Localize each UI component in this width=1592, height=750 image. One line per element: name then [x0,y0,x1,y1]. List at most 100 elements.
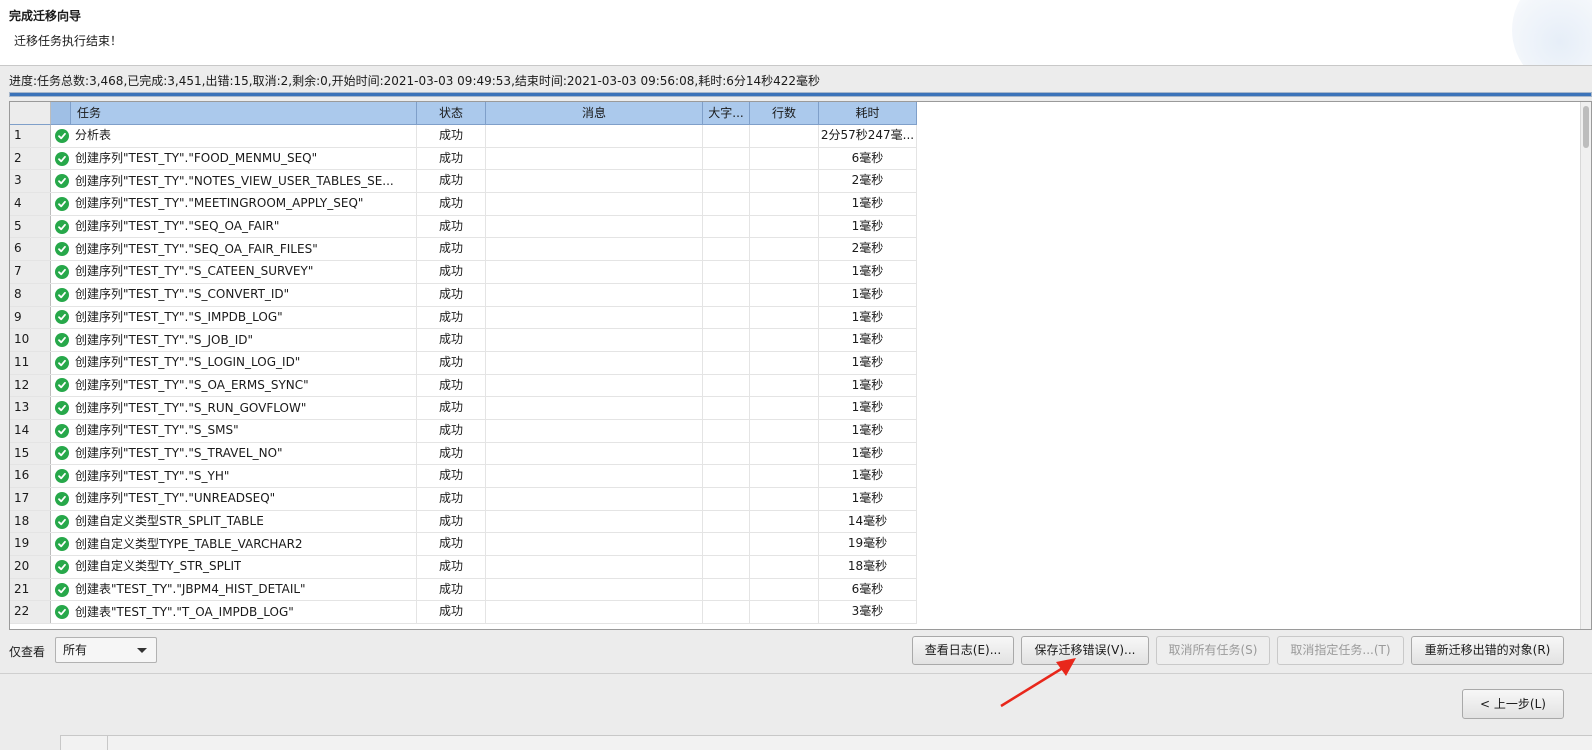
task-name: 创建序列"TEST_TY"."S_YH" [75,468,230,483]
task-table[interactable]: 任务 状态 消息 大字... 行数 耗时 1 分析表 成功 2分57秒247毫... 2… [9,101,1592,630]
column-header-rows[interactable]: 行数 [750,102,819,125]
message-cell [486,329,703,351]
time-cell: 18毫秒 [819,556,917,578]
status-cell: 成功 [417,510,486,533]
column-header-icon[interactable] [51,102,71,125]
column-header-task[interactable]: 任务 [71,102,417,125]
back-button[interactable]: < 上一步(L) [1462,689,1564,719]
rows-cell [750,329,819,351]
task-cell: 创建序列"TEST_TY"."S_TRAVEL_NO" [51,442,417,465]
status-cell: 成功 [417,465,486,487]
table-row[interactable]: 3 创建序列"TEST_TY"."NOTES_VIEW_USER_TABLES_S… [10,170,917,194]
table-row[interactable]: 13 创建序列"TEST_TY"."S_RUN_GOVFLOW" 成功 1毫秒 [10,397,917,420]
wizard-header: 完成迁移向导 迁移任务执行结束！ [0,0,1592,66]
column-header-time[interactable]: 耗时 [819,102,917,125]
table-row[interactable]: 22 创建表"TEST_TY"."T_OA_IMPDB_LOG" 成功 3毫秒 [10,601,917,625]
check-circle-icon [55,446,69,461]
size-cell [703,193,750,215]
table-row[interactable]: 11 创建序列"TEST_TY"."S_LOGIN_LOG_ID" 成功 1毫秒 [10,351,917,375]
table-row[interactable]: 16 创建序列"TEST_TY"."S_YH" 成功 1毫秒 [10,465,917,488]
time-cell: 6毫秒 [819,578,917,601]
cancel-all-button[interactable]: 取消所有任务(S) [1156,636,1270,665]
status-cell: 成功 [417,261,486,283]
time-cell: 1毫秒 [819,351,917,374]
table-row[interactable]: 21 创建表"TEST_TY"."JBPM4_HIST_DETAIL" 成功 6毫秒 [10,578,917,602]
task-name: 分析表 [75,128,112,143]
message-cell [486,578,703,601]
rows-cell [750,261,819,283]
table-row[interactable]: 14 创建序列"TEST_TY"."S_SMS" 成功 1毫秒 [10,419,917,443]
status-cell: 成功 [417,283,486,306]
row-index: 3 [10,170,51,193]
rows-cell [750,556,819,578]
row-index: 22 [10,601,51,624]
time-cell: 14毫秒 [819,510,917,533]
check-circle-icon [55,559,69,574]
row-index: 9 [10,306,51,329]
time-cell: 2毫秒 [819,238,917,261]
table-row[interactable]: 20 创建自定义类型TY_STR_SPLIT 成功 18毫秒 [10,556,917,579]
table-row[interactable]: 15 创建序列"TEST_TY"."S_TRAVEL_NO" 成功 1毫秒 [10,442,917,466]
progress-bar [9,92,1592,97]
filter-dropdown[interactable]: 所有 [55,637,157,663]
status-cell: 成功 [417,238,486,261]
row-index: 18 [10,510,51,533]
bottom-strip [60,735,1592,750]
size-cell [703,283,750,306]
task-name: 创建自定义类型STR_SPLIT_TABLE [75,514,264,529]
check-circle-icon [55,174,69,189]
task-cell: 创建序列"TEST_TY"."FOOD_MENMU_SEQ" [51,147,417,170]
table-row[interactable]: 2 创建序列"TEST_TY"."FOOD_MENMU_SEQ" 成功 6毫秒 [10,147,917,171]
status-cell: 成功 [417,193,486,215]
rows-cell [750,170,819,193]
status-cell: 成功 [417,125,486,147]
size-cell [703,306,750,329]
check-circle-icon [55,582,69,597]
message-cell [486,556,703,578]
table-row[interactable]: 5 创建序列"TEST_TY"."SEQ_OA_FAIR" 成功 1毫秒 [10,215,917,239]
status-cell: 成功 [417,488,486,510]
table-row[interactable]: 10 创建序列"TEST_TY"."S_JOB_ID" 成功 1毫秒 [10,329,917,352]
table-row[interactable]: 6 创建序列"TEST_TY"."SEQ_OA_FAIR_FILES" 成功 2毫秒 [10,238,917,262]
table-row[interactable]: 18 创建自定义类型STR_SPLIT_TABLE 成功 14毫秒 [10,510,917,534]
table-row[interactable]: 9 创建序列"TEST_TY"."S_IMPDB_LOG" 成功 1毫秒 [10,306,917,330]
table-row[interactable]: 1 分析表 成功 2分57秒247毫... [10,125,917,148]
task-name: 创建表"TEST_TY"."JBPM4_HIST_DETAIL" [75,582,306,597]
row-index: 20 [10,556,51,578]
rows-cell [750,193,819,215]
vertical-scrollbar[interactable] [1580,102,1591,629]
table-row[interactable]: 8 创建序列"TEST_TY"."S_CONVERT_ID" 成功 1毫秒 [10,283,917,307]
table-row[interactable]: 19 创建自定义类型TYPE_TABLE_VARCHAR2 成功 19毫秒 [10,533,917,557]
size-cell [703,238,750,261]
column-header-size[interactable]: 大字... [703,102,750,125]
remigrate-errors-button[interactable]: 重新迁移出错的对象(R) [1411,636,1564,665]
task-name: 创建自定义类型TY_STR_SPLIT [75,559,242,574]
task-cell: 创建序列"TEST_TY"."SEQ_OA_FAIR_FILES" [51,238,417,261]
time-cell: 1毫秒 [819,442,917,465]
rows-cell [750,238,819,261]
column-header-status[interactable]: 状态 [417,102,486,125]
table-row[interactable]: 7 创建序列"TEST_TY"."S_CATEEN_SURVEY" 成功 1毫秒 [10,261,917,284]
table-row[interactable]: 12 创建序列"TEST_TY"."S_OA_ERMS_SYNC" 成功 1毫秒 [10,374,917,398]
message-cell [486,465,703,487]
table-row[interactable]: 4 创建序列"TEST_TY"."MEETINGROOM_APPLY_SEQ" 成功… [10,193,917,216]
time-cell: 1毫秒 [819,465,917,487]
row-index: 7 [10,261,51,283]
table-row[interactable]: 17 创建序列"TEST_TY"."UNREADSEQ" 成功 1毫秒 [10,488,917,511]
time-cell: 1毫秒 [819,193,917,215]
column-header-index[interactable] [10,102,51,125]
status-cell: 成功 [417,170,486,193]
scrollbar-thumb[interactable] [1583,106,1589,148]
rows-cell [750,283,819,306]
time-cell: 1毫秒 [819,306,917,329]
message-cell [486,351,703,374]
size-cell [703,488,750,510]
cancel-selected-button[interactable]: 取消指定任务...(T) [1277,636,1404,665]
status-cell: 成功 [417,215,486,238]
column-header-message[interactable]: 消息 [486,102,703,125]
time-cell: 3毫秒 [819,601,917,624]
rows-cell [750,601,819,624]
task-cell: 创建序列"TEST_TY"."S_CONVERT_ID" [51,283,417,306]
message-cell [486,306,703,329]
status-cell: 成功 [417,397,486,419]
